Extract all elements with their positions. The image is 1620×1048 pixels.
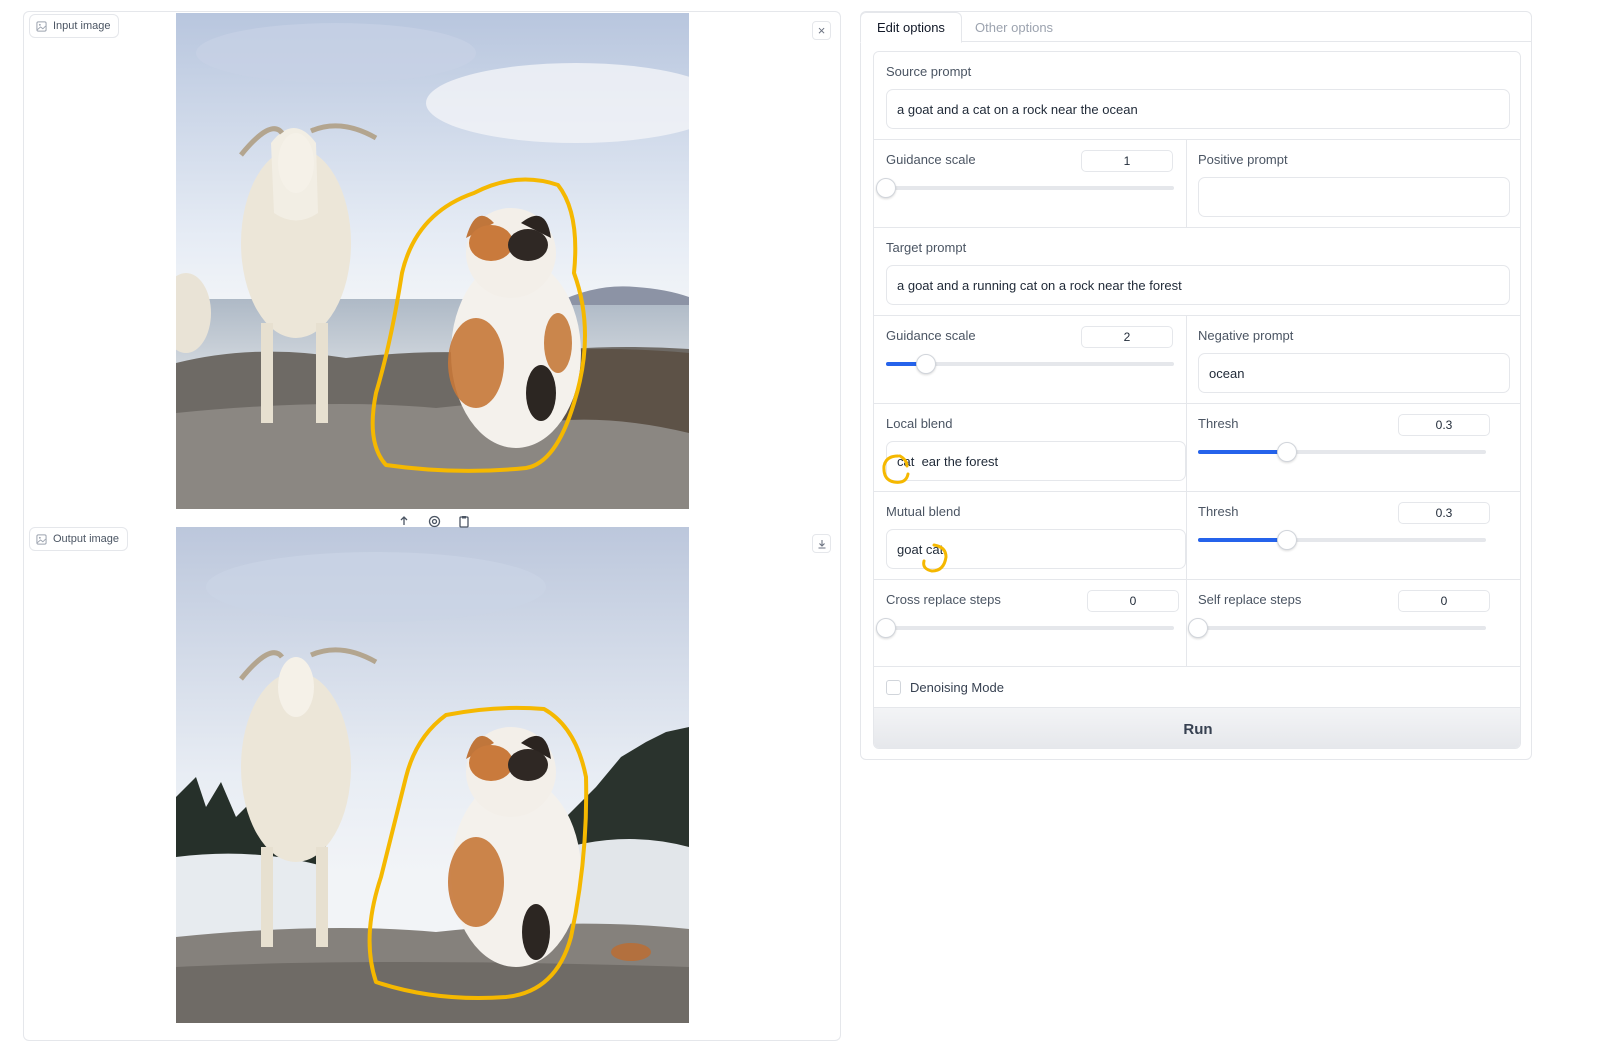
output-image-panel: Output image [23,525,841,1041]
input-photo [176,13,689,509]
slider-fill [1198,538,1288,542]
tab-edit-options[interactable]: Edit options [860,12,962,43]
cross-replace-label: Cross replace steps [886,592,1001,607]
guidance-scale-slider[interactable] [876,178,1174,198]
local-blend-input[interactable]: cat ear the forest [886,441,1186,481]
close-icon[interactable]: × [812,21,831,40]
mutual-thresh-label: Thresh [1198,504,1239,519]
slider-thumb[interactable] [916,354,937,374]
slider-thumb[interactable] [1277,442,1298,462]
cross-replace-slider[interactable] [876,618,1174,638]
options-panel: Edit options Other options Source prompt… [860,11,1532,760]
local-thresh-slider[interactable] [1198,442,1486,462]
denoising-mode-row: Denoising Mode [874,667,1520,708]
upload-icon[interactable] [396,514,412,528]
local-thresh-label: Thresh [1198,416,1239,431]
denoising-mode-label: Denoising Mode [910,680,1004,695]
denoising-mode-checkbox[interactable] [886,680,901,695]
slider-thumb[interactable] [1188,618,1208,638]
mutual-thresh-input[interactable]: 0.3 [1398,502,1490,524]
mutual-blend-label: Mutual blend [886,504,961,519]
guidance-scale-slider[interactable] [886,354,1174,374]
source-prompt-label: Source prompt [886,64,972,79]
tab-other-options[interactable]: Other options [959,12,1069,43]
edit-options-form: Source prompt a goat and a cat on a rock… [873,51,1521,749]
positive-prompt-label: Positive prompt [1198,152,1288,167]
guidance-scale-label: Guidance scale [886,152,976,167]
cross-replace-input[interactable]: 0 [1087,590,1179,612]
negative-prompt-label: Negative prompt [1198,328,1294,343]
self-replace-label: Self replace steps [1198,592,1302,607]
download-icon[interactable] [812,534,831,553]
guidance-scale-input[interactable]: 1 [1081,150,1173,172]
mutual-blend-row: Mutual blend goat cat Thresh 0.3 [874,492,1520,580]
positive-prompt-input[interactable] [1198,177,1510,217]
tab-bar: Edit options Other options [860,12,1531,43]
local-blend-label: Local blend [886,416,953,431]
guidance-scale-input[interactable]: 2 [1081,326,1173,348]
slider-thumb[interactable] [876,618,896,638]
run-button[interactable]: Run [874,708,1520,748]
slider-thumb[interactable] [1277,530,1298,550]
output-image-label-text: Output image [53,533,120,545]
webcam-icon[interactable] [426,514,442,528]
local-blend-row: Local blend cat ear the forest Thresh 0.… [874,404,1520,492]
image-toolbar [396,514,472,528]
image-icon [36,533,47,545]
input-image-label: Input image [29,14,120,38]
target-guidance-row: Guidance scale 2 Negative prompt ocean [874,316,1520,404]
output-photo [176,527,689,1023]
mutual-blend-input[interactable]: goat cat [886,529,1186,569]
target-prompt-input[interactable]: a goat and a running cat on a rock near … [886,265,1510,305]
self-replace-slider[interactable] [1188,618,1486,638]
guidance-scale-label: Guidance scale [886,328,976,343]
mutual-thresh-slider[interactable] [1198,530,1486,550]
negative-prompt-input[interactable]: ocean [1198,353,1510,393]
self-replace-input[interactable]: 0 [1398,590,1490,612]
output-image-label: Output image [29,527,129,551]
image-icon [36,20,47,32]
target-prompt-label: Target prompt [886,240,967,255]
target-prompt-block: Target prompt a goat and a running cat o… [874,228,1520,316]
clipboard-icon[interactable] [456,514,472,528]
input-image-panel[interactable]: Input image × [23,11,841,531]
slider-fill [1198,450,1288,454]
replace-steps-row: Cross replace steps 0 Self replace steps… [874,580,1520,667]
source-guidance-row: Guidance scale 1 Positive prompt [874,140,1520,228]
source-prompt-input[interactable]: a goat and a cat on a rock near the ocea… [886,89,1510,129]
local-thresh-input[interactable]: 0.3 [1398,414,1490,436]
input-image-label-text: Input image [53,20,111,32]
source-prompt-block: Source prompt a goat and a cat on a rock… [874,52,1520,140]
slider-thumb[interactable] [876,178,896,198]
